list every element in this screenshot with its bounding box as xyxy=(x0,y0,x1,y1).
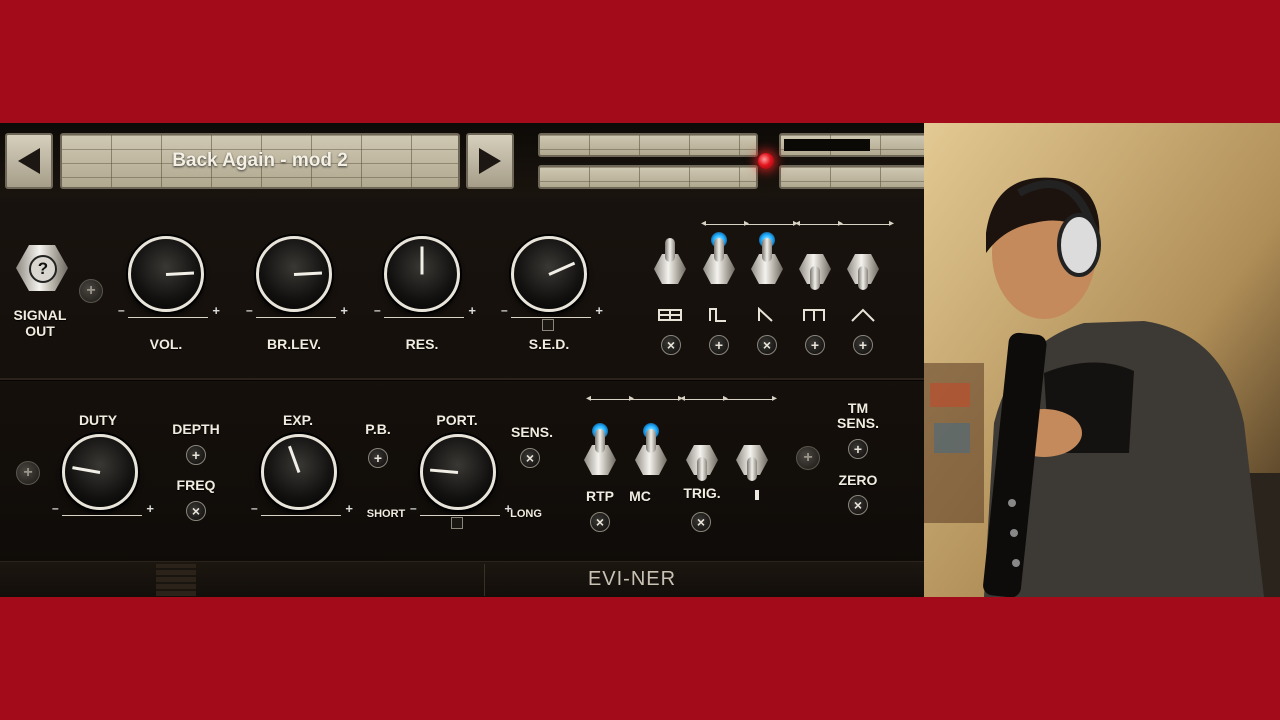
freq-label: FREQ xyxy=(176,477,216,493)
zero-trim-knob[interactable]: × xyxy=(848,495,868,515)
trim-knob[interactable]: × xyxy=(757,335,777,355)
port-label: PORT. xyxy=(436,412,478,428)
sens-label: SENS. xyxy=(510,424,553,440)
res-scale: – + xyxy=(374,303,476,318)
pb-label: P.B. xyxy=(365,421,391,437)
square-wave-icon xyxy=(803,309,825,321)
pb-trim-knob[interactable]: + xyxy=(368,448,388,468)
exp-scale: – + xyxy=(251,501,353,516)
sed-indicator xyxy=(542,319,554,331)
help-icon: ? xyxy=(29,255,57,283)
trig-trim-knob[interactable]: × xyxy=(691,512,711,532)
wave-toggle-4[interactable] xyxy=(799,238,831,294)
sens-trim-knob[interactable]: × xyxy=(520,448,540,468)
saw-wave-icon xyxy=(758,307,773,322)
short-label: SHORT xyxy=(366,508,406,520)
keyboard-icon xyxy=(156,564,196,596)
breath-level-knob[interactable] xyxy=(256,236,332,312)
freq-trim-knob[interactable]: × xyxy=(186,501,206,521)
breath-level-scale: – + xyxy=(246,303,348,318)
range-arrow: ◂ ▸ ▸ xyxy=(586,393,683,410)
trig-toggle-2[interactable] xyxy=(736,429,768,485)
res-label: RES. xyxy=(405,336,439,352)
brand-name: EVI-NER xyxy=(587,568,677,590)
synth-plugin-window: Back Again - mod 2 ? SIGNAL OUT + – + VOL… xyxy=(0,123,924,597)
depth-label: DEPTH xyxy=(172,421,220,437)
previous-preset-button[interactable] xyxy=(5,133,53,189)
lcd-segment xyxy=(779,165,924,189)
mc-toggle[interactable] xyxy=(635,423,667,485)
lcd-segment xyxy=(538,133,758,157)
wave-toggle-1[interactable] xyxy=(654,238,686,294)
sed-scale: – + xyxy=(501,303,603,318)
tm-sens-label: TM SENS. xyxy=(836,400,879,431)
vol-scale: – + xyxy=(118,303,220,318)
rtp-label: RTP xyxy=(586,488,614,504)
sed-knob[interactable] xyxy=(511,236,587,312)
mc-label: MC xyxy=(629,488,651,504)
level-meter xyxy=(784,139,870,151)
rtp-trim-knob[interactable]: × xyxy=(590,512,610,532)
grid-wave-icon xyxy=(658,309,682,321)
next-preset-button[interactable] xyxy=(466,133,514,189)
duty-knob[interactable] xyxy=(62,434,138,510)
exp-label: EXP. xyxy=(282,412,314,428)
trim-knob[interactable]: + xyxy=(853,335,873,355)
port-scale: – + xyxy=(410,501,512,516)
port-indicator xyxy=(451,517,463,529)
trim-knob[interactable]: + xyxy=(709,335,729,355)
performer-image xyxy=(924,123,1280,597)
range-arrow: ◂ ▸ ▸ xyxy=(680,393,777,410)
signal-out-label: SIGNAL OUT xyxy=(13,307,67,339)
long-label: LONG xyxy=(510,508,542,520)
sed-label: S.E.D. xyxy=(528,336,570,352)
screw-icon: + xyxy=(79,279,103,303)
res-knob[interactable] xyxy=(384,236,460,312)
arrow-left-icon xyxy=(18,148,40,174)
rtp-toggle[interactable] xyxy=(584,423,616,485)
preset-bar: Back Again - mod 2 xyxy=(0,123,924,197)
screw-icon: + xyxy=(796,446,820,470)
triangle-wave-icon xyxy=(851,308,875,322)
trig-label: TRIG. xyxy=(683,485,721,501)
duty-scale: – + xyxy=(52,501,154,516)
preset-name: Back Again - mod 2 xyxy=(172,150,348,171)
vol-label: VOL. xyxy=(149,336,183,352)
port-knob[interactable] xyxy=(420,434,496,510)
midi-activity-led xyxy=(758,153,774,169)
pulse-wave-icon xyxy=(709,308,726,322)
section-divider xyxy=(0,378,924,381)
plugin-footer: EVI-NER xyxy=(0,561,924,597)
lcd-segment xyxy=(538,165,758,189)
webcam-overlay xyxy=(924,123,1280,597)
exp-knob[interactable] xyxy=(261,434,337,510)
signal-out-button[interactable]: ? xyxy=(16,245,68,291)
wave-toggle-3[interactable] xyxy=(751,232,783,294)
breath-level-label: BR.LEV. xyxy=(267,336,321,352)
wave-toggle-5[interactable] xyxy=(847,238,879,294)
trim-knob[interactable]: + xyxy=(805,335,825,355)
tm-sens-trim-knob[interactable]: + xyxy=(848,439,868,459)
range-arrow: ◂ ▸ ▸ xyxy=(795,218,894,235)
wave-toggle-2[interactable] xyxy=(703,232,735,294)
duty-label: DUTY xyxy=(78,412,118,428)
vol-knob[interactable] xyxy=(128,236,204,312)
depth-trim-knob[interactable]: + xyxy=(186,445,206,465)
trig-indicator xyxy=(755,490,759,500)
screw-icon: + xyxy=(16,461,40,485)
arrow-right-icon xyxy=(479,148,501,174)
trim-knob[interactable]: × xyxy=(661,335,681,355)
trig-toggle[interactable] xyxy=(686,429,718,485)
zero-label: ZERO xyxy=(838,472,878,488)
